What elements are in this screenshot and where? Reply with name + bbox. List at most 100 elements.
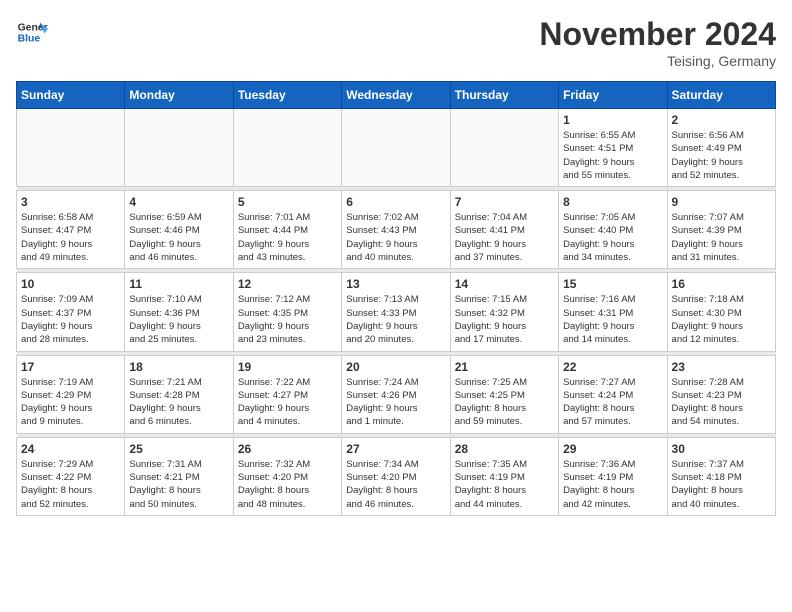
location: Teising, Germany (539, 53, 776, 69)
day-info: Sunrise: 7:18 AM Sunset: 4:30 PM Dayligh… (672, 293, 771, 346)
day-cell: 21 Sunrise: 7:25 AM Sunset: 4:25 PM Dayli… (450, 355, 558, 433)
day-cell: 19 Sunrise: 7:22 AM Sunset: 4:27 PM Dayli… (233, 355, 341, 433)
day-info: Sunrise: 7:32 AM Sunset: 4:20 PM Dayligh… (238, 458, 337, 511)
header-wednesday: Wednesday (342, 82, 450, 109)
header-thursday: Thursday (450, 82, 558, 109)
day-info: Sunrise: 7:31 AM Sunset: 4:21 PM Dayligh… (129, 458, 228, 511)
day-number: 1 (563, 113, 662, 127)
day-info: Sunrise: 7:37 AM Sunset: 4:18 PM Dayligh… (672, 458, 771, 511)
day-number: 9 (672, 195, 771, 209)
day-info: Sunrise: 7:28 AM Sunset: 4:23 PM Dayligh… (672, 376, 771, 429)
day-info: Sunrise: 7:01 AM Sunset: 4:44 PM Dayligh… (238, 211, 337, 264)
day-number: 18 (129, 360, 228, 374)
day-info: Sunrise: 6:59 AM Sunset: 4:46 PM Dayligh… (129, 211, 228, 264)
day-number: 17 (21, 360, 120, 374)
day-cell: 2 Sunrise: 6:56 AM Sunset: 4:49 PM Daylig… (667, 109, 775, 187)
title-block: November 2024 Teising, Germany (539, 16, 776, 69)
day-cell: 1 Sunrise: 6:55 AM Sunset: 4:51 PM Daylig… (559, 109, 667, 187)
day-cell: 14 Sunrise: 7:15 AM Sunset: 4:32 PM Dayli… (450, 273, 558, 351)
day-info: Sunrise: 7:34 AM Sunset: 4:20 PM Dayligh… (346, 458, 445, 511)
day-info: Sunrise: 7:22 AM Sunset: 4:27 PM Dayligh… (238, 376, 337, 429)
header-saturday: Saturday (667, 82, 775, 109)
day-info: Sunrise: 7:24 AM Sunset: 4:26 PM Dayligh… (346, 376, 445, 429)
day-cell: 10 Sunrise: 7:09 AM Sunset: 4:37 PM Dayli… (17, 273, 125, 351)
day-number: 6 (346, 195, 445, 209)
page-header: General Blue November 2024 Teising, Germ… (16, 16, 776, 69)
day-cell (450, 109, 558, 187)
day-info: Sunrise: 7:09 AM Sunset: 4:37 PM Dayligh… (21, 293, 120, 346)
month-title: November 2024 (539, 16, 776, 53)
day-cell (233, 109, 341, 187)
day-number: 22 (563, 360, 662, 374)
day-number: 13 (346, 277, 445, 291)
day-cell: 29Sunrise: 7:36 AM Sunset: 4:19 PM Dayli… (559, 437, 667, 515)
day-number: 19 (238, 360, 337, 374)
header-monday: Monday (125, 82, 233, 109)
day-cell: 4 Sunrise: 6:59 AM Sunset: 4:46 PM Daylig… (125, 191, 233, 269)
day-info: Sunrise: 7:25 AM Sunset: 4:25 PM Dayligh… (455, 376, 554, 429)
day-cell: 17 Sunrise: 7:19 AM Sunset: 4:29 PM Dayli… (17, 355, 125, 433)
day-number: 25 (129, 442, 228, 456)
day-info: Sunrise: 6:58 AM Sunset: 4:47 PM Dayligh… (21, 211, 120, 264)
day-cell: 12Sunrise: 7:12 AM Sunset: 4:35 PM Dayli… (233, 273, 341, 351)
day-number: 7 (455, 195, 554, 209)
day-info: Sunrise: 7:15 AM Sunset: 4:32 PM Dayligh… (455, 293, 554, 346)
day-cell: 9Sunrise: 7:07 AM Sunset: 4:39 PM Daylig… (667, 191, 775, 269)
day-cell (342, 109, 450, 187)
day-cell: 16 Sunrise: 7:18 AM Sunset: 4:30 PM Dayli… (667, 273, 775, 351)
day-cell: 15Sunrise: 7:16 AM Sunset: 4:31 PM Dayli… (559, 273, 667, 351)
day-info: Sunrise: 7:27 AM Sunset: 4:24 PM Dayligh… (563, 376, 662, 429)
day-number: 15 (563, 277, 662, 291)
day-cell: 13 Sunrise: 7:13 AM Sunset: 4:33 PM Dayli… (342, 273, 450, 351)
day-cell: 3 Sunrise: 6:58 AM Sunset: 4:47 PM Daylig… (17, 191, 125, 269)
day-number: 20 (346, 360, 445, 374)
day-number: 2 (672, 113, 771, 127)
day-info: Sunrise: 7:13 AM Sunset: 4:33 PM Dayligh… (346, 293, 445, 346)
day-number: 10 (21, 277, 120, 291)
svg-text:Blue: Blue (18, 34, 41, 45)
day-info: Sunrise: 7:04 AM Sunset: 4:41 PM Dayligh… (455, 211, 554, 264)
day-number: 30 (672, 442, 771, 456)
day-number: 12 (238, 277, 337, 291)
day-info: Sunrise: 7:36 AM Sunset: 4:19 PM Dayligh… (563, 458, 662, 511)
day-number: 24 (21, 442, 120, 456)
day-info: Sunrise: 7:10 AM Sunset: 4:36 PM Dayligh… (129, 293, 228, 346)
day-number: 3 (21, 195, 120, 209)
day-info: Sunrise: 7:35 AM Sunset: 4:19 PM Dayligh… (455, 458, 554, 511)
day-number: 26 (238, 442, 337, 456)
logo: General Blue (16, 16, 48, 48)
day-info: Sunrise: 6:55 AM Sunset: 4:51 PM Dayligh… (563, 129, 662, 182)
day-number: 5 (238, 195, 337, 209)
day-cell: 27Sunrise: 7:34 AM Sunset: 4:20 PM Dayli… (342, 437, 450, 515)
week-row-0: 1 Sunrise: 6:55 AM Sunset: 4:51 PM Daylig… (17, 109, 776, 187)
day-info: Sunrise: 7:02 AM Sunset: 4:43 PM Dayligh… (346, 211, 445, 264)
day-number: 23 (672, 360, 771, 374)
calendar-table: Sunday Monday Tuesday Wednesday Thursday… (16, 81, 776, 516)
day-number: 11 (129, 277, 228, 291)
day-cell: 6 Sunrise: 7:02 AM Sunset: 4:43 PM Daylig… (342, 191, 450, 269)
day-number: 21 (455, 360, 554, 374)
day-cell: 18 Sunrise: 7:21 AM Sunset: 4:28 PM Dayli… (125, 355, 233, 433)
day-number: 4 (129, 195, 228, 209)
day-number: 14 (455, 277, 554, 291)
day-info: Sunrise: 7:29 AM Sunset: 4:22 PM Dayligh… (21, 458, 120, 511)
day-cell: 22 Sunrise: 7:27 AM Sunset: 4:24 PM Dayli… (559, 355, 667, 433)
day-info: Sunrise: 7:21 AM Sunset: 4:28 PM Dayligh… (129, 376, 228, 429)
header-friday: Friday (559, 82, 667, 109)
day-cell: 5 Sunrise: 7:01 AM Sunset: 4:44 PM Daylig… (233, 191, 341, 269)
day-cell: 30 Sunrise: 7:37 AM Sunset: 4:18 PM Dayli… (667, 437, 775, 515)
header-sunday: Sunday (17, 82, 125, 109)
day-number: 16 (672, 277, 771, 291)
week-row-3: 17 Sunrise: 7:19 AM Sunset: 4:29 PM Dayli… (17, 355, 776, 433)
header-tuesday: Tuesday (233, 82, 341, 109)
day-info: Sunrise: 6:56 AM Sunset: 4:49 PM Dayligh… (672, 129, 771, 182)
day-cell (125, 109, 233, 187)
day-cell: 11 Sunrise: 7:10 AM Sunset: 4:36 PM Dayli… (125, 273, 233, 351)
day-cell: 8Sunrise: 7:05 AM Sunset: 4:40 PM Daylig… (559, 191, 667, 269)
day-cell: 20 Sunrise: 7:24 AM Sunset: 4:26 PM Dayli… (342, 355, 450, 433)
day-number: 8 (563, 195, 662, 209)
day-info: Sunrise: 7:19 AM Sunset: 4:29 PM Dayligh… (21, 376, 120, 429)
day-cell: 23 Sunrise: 7:28 AM Sunset: 4:23 PM Dayli… (667, 355, 775, 433)
day-cell (17, 109, 125, 187)
day-cell: 28Sunrise: 7:35 AM Sunset: 4:19 PM Dayli… (450, 437, 558, 515)
